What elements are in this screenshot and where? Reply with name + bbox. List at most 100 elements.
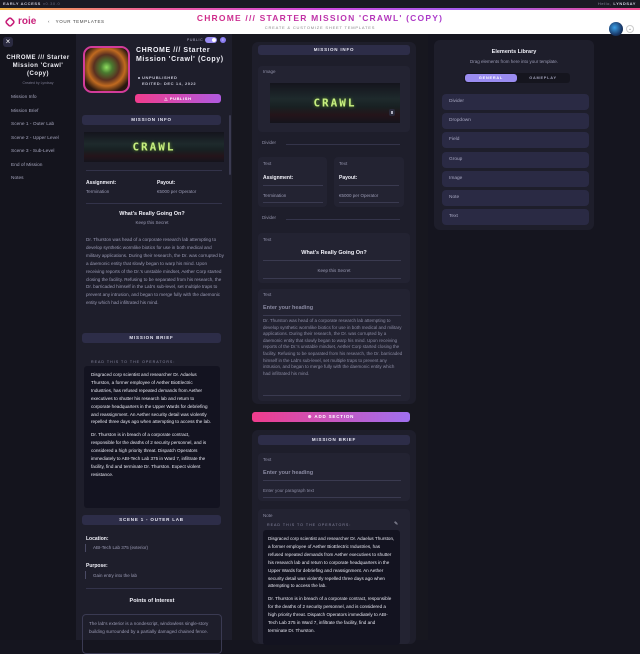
public-label: PUBLIC <box>187 38 204 42</box>
page-title-block: CHROME /// STARTER MISSION 'CRAWL' (COPY… <box>160 13 480 30</box>
sidebar-item-mission-brief[interactable]: Mission Brief <box>11 107 59 121</box>
secret-heading: What's Really Going On? <box>119 211 185 217</box>
brief-paragraph: Dr. Thurston is in breach of a corporate… <box>91 432 207 477</box>
preview-scrollbar[interactable] <box>229 115 231 175</box>
library-item-group[interactable]: Group <box>442 152 589 168</box>
divider <box>86 588 222 589</box>
quote-bar <box>85 571 86 579</box>
assignment-text-input[interactable]: Termination <box>263 193 286 198</box>
input-underline <box>339 202 399 203</box>
close-icon[interactable]: × <box>3 37 13 47</box>
library-item-note[interactable]: Note <box>442 190 589 206</box>
library-item-dropdown[interactable]: Dropdown <box>442 113 589 129</box>
purpose-value: Gain entry into the lab <box>93 573 138 578</box>
input-underline <box>263 497 401 498</box>
sidebar-item-scene-1[interactable]: Scene 1 - Outer Lab <box>11 120 59 134</box>
public-toggle[interactable] <box>205 37 217 43</box>
block-type-label: Text <box>263 237 272 242</box>
purpose-label: Purpose: <box>86 563 108 569</box>
input-underline <box>263 480 401 481</box>
publish-button[interactable]: △ PUBLISH <box>135 94 221 103</box>
secret-paragraph: Dr. Thurston was head of a corporate res… <box>86 237 224 306</box>
image-block-preview: CRAWL <box>270 83 400 123</box>
paragraph-input[interactable]: Dr. Thurston was head of a corporate res… <box>263 318 403 377</box>
payout-value: €5000 per Operator <box>157 189 197 194</box>
avatar[interactable] <box>609 22 623 36</box>
page-subtitle: CREATE & CUSTOMIZE SHEET TEMPLATES <box>264 25 376 30</box>
payout-heading-input[interactable]: Payout: <box>339 175 357 181</box>
input-underline <box>263 278 401 279</box>
divider <box>86 203 222 204</box>
library-item-field[interactable]: Field <box>442 132 589 148</box>
section-header-mission-brief: MISSION BRIEF <box>82 333 221 343</box>
payout-text-input[interactable]: €5000 per Operator <box>339 193 378 198</box>
block-type-label: Text <box>263 457 272 462</box>
poi-text: The lab's exterior is a nondescript, win… <box>82 614 222 654</box>
divider-line <box>286 144 400 145</box>
greeting-prefix: Hello, <box>597 1 612 6</box>
input-underline <box>339 185 399 186</box>
quote-bar <box>85 544 86 552</box>
heading-input[interactable]: Enter your heading <box>263 305 313 311</box>
library-item-image[interactable]: Image <box>442 171 589 187</box>
block-type-label: Text <box>339 161 348 166</box>
sidebar-item-end-of-mission[interactable]: End of Mission <box>11 161 59 175</box>
payout-label: Payout: <box>157 180 176 186</box>
mission-banner-image: CRAWL <box>84 132 224 162</box>
divider <box>86 170 222 171</box>
text-block-brief[interactable] <box>258 453 410 501</box>
tab-general[interactable]: GENERAL <box>465 74 517 82</box>
secret-subheading: Keep this Secret <box>135 220 169 225</box>
preview-title: CHROME /// Starter Mission 'Crawl' (Copy… <box>136 47 224 63</box>
poi-heading: Points of Interest <box>129 598 175 604</box>
tab-gameplay[interactable]: GAMEPLAY <box>517 74 569 82</box>
note-content[interactable]: Disgraced corp scientist and researcher … <box>263 530 400 645</box>
input-underline <box>263 260 401 261</box>
brief-paragraph: Dr. Thurston is in breach of a corporate… <box>268 596 392 633</box>
brief-paragraph: Disgraced corp scientist and researcher … <box>91 372 212 425</box>
library-item-text[interactable]: Text <box>442 209 589 225</box>
assignment-label: Assignment: <box>86 180 117 186</box>
read-this-label: READ THIS TO THE OPERATORS: <box>267 523 352 527</box>
top-strip: EARLY ACCESS v0.30.0 Hello, LYNDSAY <box>0 0 640 8</box>
editor-section-header-mission-brief[interactable]: MISSION BRIEF <box>258 435 410 445</box>
block-type-label: Note <box>263 513 273 518</box>
input-underline <box>263 185 323 186</box>
divider-block[interactable]: Divider <box>262 140 400 148</box>
sidebar-nav: Mission Info Mission Brief Scene 1 - Out… <box>11 93 59 188</box>
early-access-text: EARLY ACCESS <box>3 1 41 6</box>
paragraph-input[interactable]: Enter your paragraph text <box>263 488 314 493</box>
back-to-templates-link[interactable]: ‹ YOUR TEMPLATES <box>48 19 105 24</box>
divider-block[interactable]: Divider <box>262 215 400 223</box>
secret-text-input[interactable]: Keep this Secret <box>258 268 410 273</box>
library-item-divider[interactable]: Divider <box>442 94 589 110</box>
editor-section-header-mission-info[interactable]: MISSION INFO <box>258 45 410 55</box>
logo[interactable]: roie <box>4 15 36 28</box>
sidebar-item-mission-info[interactable]: Mission Info <box>11 93 59 107</box>
sidebar-item-notes[interactable]: Notes <box>11 174 59 188</box>
block-type-label: Image <box>263 69 276 74</box>
text-block-secret[interactable] <box>258 233 410 283</box>
publish-status: UNPUBLISHED EDITED: DEC 14, 2022 <box>138 75 196 87</box>
chevron-left-icon: ‹ <box>48 19 56 24</box>
page-title: CHROME /// STARTER MISSION 'CRAWL' (COPY… <box>160 13 480 23</box>
block-type-label: Text <box>263 161 272 166</box>
brief-paragraph: Disgraced corp scientist and researcher … <box>268 536 395 589</box>
heading-input[interactable]: Enter your heading <box>263 470 313 476</box>
version-label: v0.30.0 <box>42 1 61 6</box>
library-tabs: GENERAL GAMEPLAY <box>464 73 570 83</box>
info-icon[interactable]: i <box>220 37 226 43</box>
trash-icon[interactable] <box>389 109 395 116</box>
assignment-heading-input[interactable]: Assignment: <box>263 175 293 181</box>
chevron-down-icon[interactable]: ⌄ <box>626 25 634 33</box>
pencil-icon[interactable]: ✎ <box>394 521 398 527</box>
back-label: YOUR TEMPLATES <box>55 19 105 24</box>
status-badge: UNPUBLISHED <box>142 75 178 80</box>
sidebar-item-scene-2[interactable]: Scene 2 - Upper Level <box>11 134 59 148</box>
add-section-button[interactable]: ⊕ ADD SECTION <box>252 412 410 422</box>
publish-label: PUBLISH <box>169 96 192 101</box>
secret-heading-input[interactable]: What's Really Going On? <box>258 250 410 256</box>
banner-text: CRAWL <box>132 140 176 154</box>
sidebar-item-scene-3[interactable]: Scene 3 - Sub-Level <box>11 147 59 161</box>
banner-text: CRAWL <box>313 96 357 110</box>
